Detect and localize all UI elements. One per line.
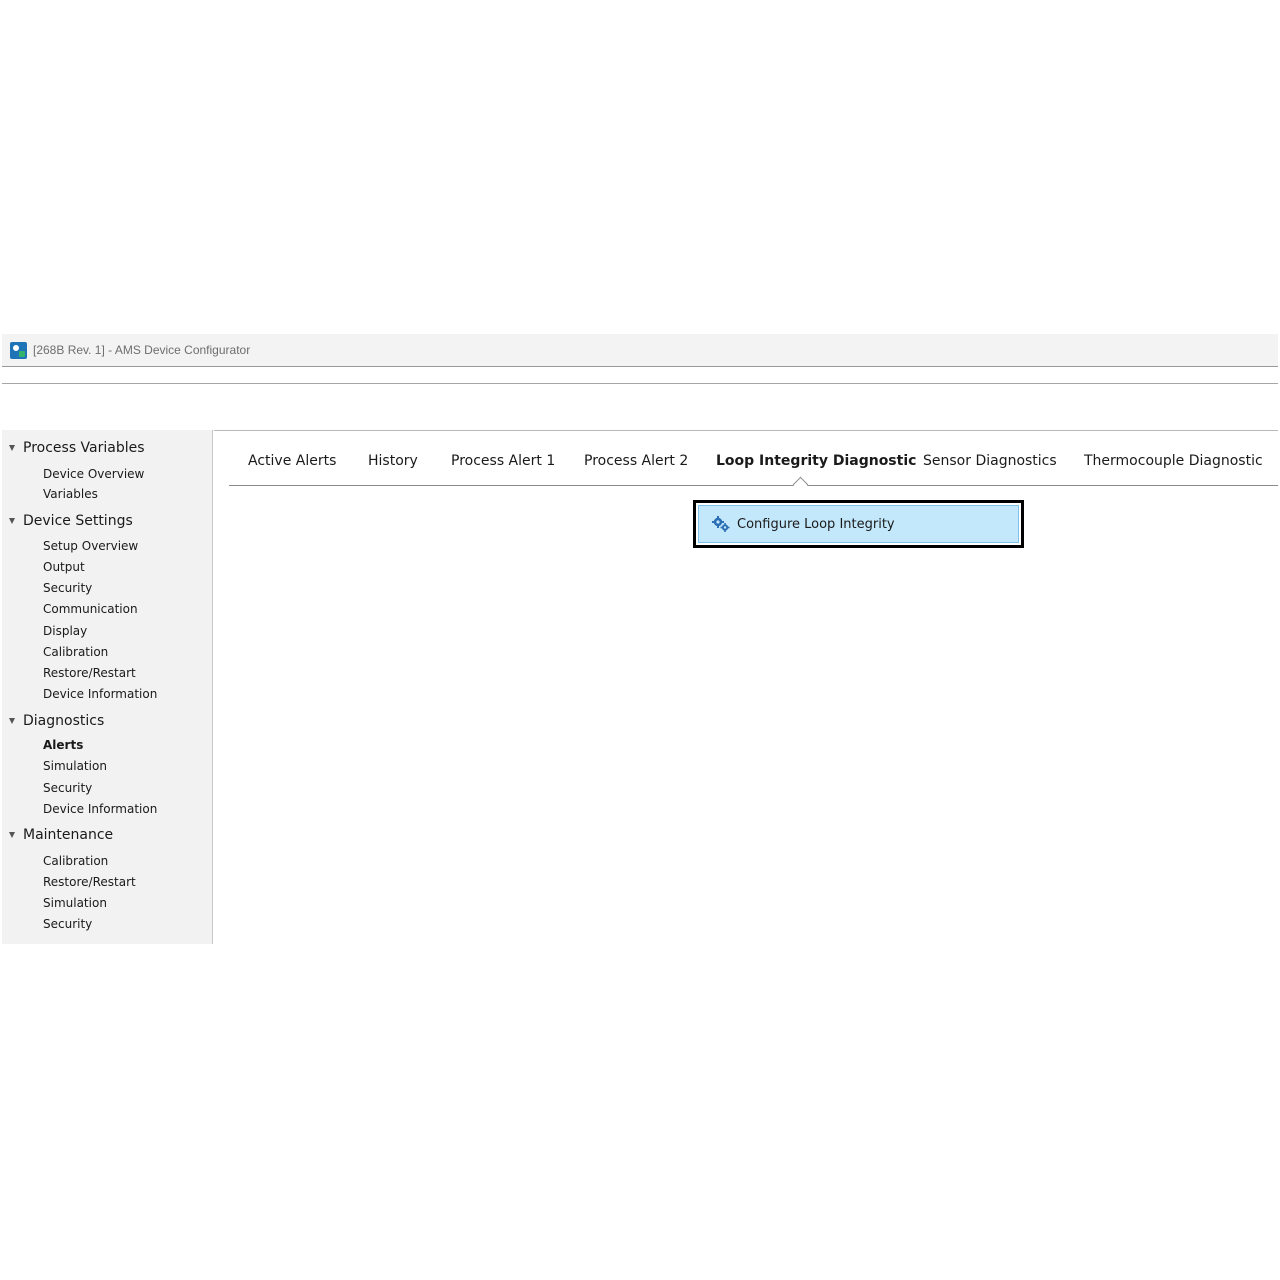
- nav-group-process-variables[interactable]: Process Variables: [2, 438, 145, 458]
- nav-item-simulation[interactable]: Simulation: [43, 757, 107, 775]
- nav-item-device-information[interactable]: Device Information: [43, 685, 157, 703]
- gears-icon: [712, 516, 730, 532]
- nav-item-communication[interactable]: Communication: [43, 600, 138, 618]
- nav-item-display[interactable]: Display: [43, 622, 87, 640]
- nav-group-label: Diagnostics: [23, 713, 105, 729]
- button-label: Configure Loop Integrity: [737, 516, 895, 532]
- sidebar-nav: Process Variables Device Overview Variab…: [2, 430, 213, 944]
- nav-item-output[interactable]: Output: [43, 558, 85, 576]
- app-icon: [10, 341, 27, 359]
- content-divider: [214, 430, 1278, 431]
- alert-tabs: Active Alerts History Process Alert 1 Pr…: [229, 440, 1278, 486]
- nav-item-restore-restart[interactable]: Restore/Restart: [43, 873, 136, 891]
- nav-group-device-settings[interactable]: Device Settings: [2, 511, 133, 531]
- tab-process-alert-2[interactable]: Process Alert 2: [584, 450, 688, 472]
- nav-item-device-overview[interactable]: Device Overview: [43, 465, 144, 483]
- tab-underline: [229, 485, 1278, 486]
- nav-group-diagnostics[interactable]: Diagnostics: [2, 711, 104, 731]
- nav-item-calibration[interactable]: Calibration: [43, 852, 108, 870]
- nav-item-security[interactable]: Security: [43, 915, 92, 933]
- nav-item-variables[interactable]: Variables: [43, 485, 98, 503]
- expand-arrow-icon: [9, 445, 15, 451]
- configure-loop-integrity-button[interactable]: Configure Loop Integrity: [693, 500, 1024, 548]
- nav-item-security[interactable]: Security: [43, 579, 92, 597]
- expand-arrow-icon: [9, 718, 15, 724]
- tab-active-alerts[interactable]: Active Alerts: [248, 450, 336, 472]
- nav-item-calibration[interactable]: Calibration: [43, 643, 108, 661]
- expand-arrow-icon: [9, 832, 15, 838]
- window-titlebar: [268B Rev. 1] - AMS Device Configurator: [2, 334, 1278, 367]
- toolbar-divider: [2, 383, 1278, 384]
- nav-item-device-information[interactable]: Device Information: [43, 800, 157, 818]
- tab-loop-integrity-diagnostic[interactable]: Loop Integrity Diagnostic: [716, 450, 916, 472]
- button-highlight: Configure Loop Integrity: [698, 505, 1019, 543]
- tab-process-alert-1[interactable]: Process Alert 1: [451, 450, 555, 472]
- nav-item-setup-overview[interactable]: Setup Overview: [43, 537, 138, 555]
- nav-item-security[interactable]: Security: [43, 779, 92, 797]
- nav-group-label: Process Variables: [23, 440, 145, 456]
- window-title: [268B Rev. 1] - AMS Device Configurator: [33, 343, 251, 357]
- nav-item-restore-restart[interactable]: Restore/Restart: [43, 664, 136, 682]
- expand-arrow-icon: [9, 518, 15, 524]
- tab-sensor-diagnostics[interactable]: Sensor Diagnostics: [923, 450, 1057, 472]
- nav-item-simulation[interactable]: Simulation: [43, 894, 107, 912]
- nav-group-label: Maintenance: [23, 827, 114, 843]
- nav-group-maintenance[interactable]: Maintenance: [2, 825, 113, 845]
- nav-item-alerts[interactable]: Alerts: [43, 736, 83, 754]
- tab-thermocouple-diagnostic[interactable]: Thermocouple Diagnostic: [1084, 450, 1263, 472]
- tab-history[interactable]: History: [368, 450, 418, 472]
- nav-group-label: Device Settings: [23, 513, 133, 529]
